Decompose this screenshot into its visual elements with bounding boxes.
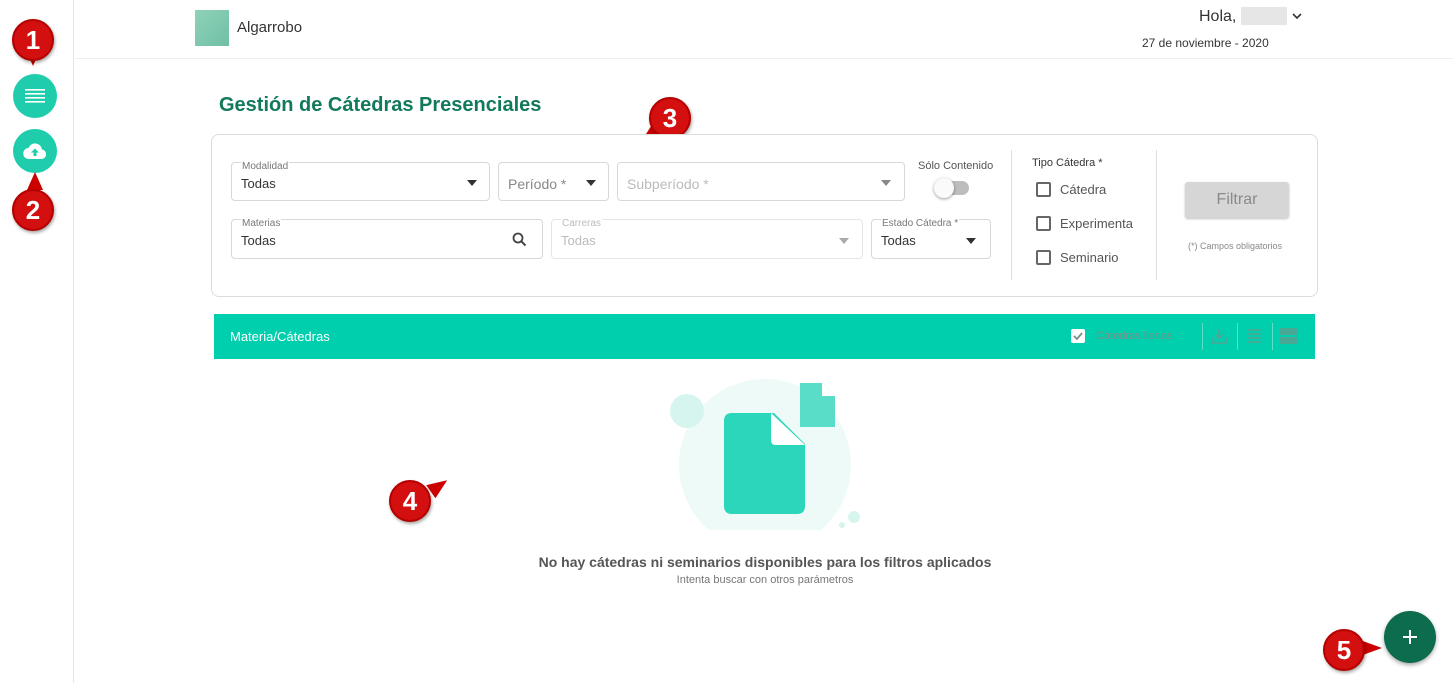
top-header: Algarrobo Hola, 27 de noviembre - 2020 bbox=[75, 0, 1453, 59]
callout-1: 1 bbox=[12, 19, 54, 61]
caret-down-icon bbox=[966, 238, 976, 244]
chevron-down-icon[interactable] bbox=[1292, 8, 1302, 23]
callout-4: 4 bbox=[389, 480, 431, 522]
option-label: Seminario bbox=[1060, 250, 1119, 265]
divider bbox=[1156, 150, 1157, 280]
tipo-catedra-option[interactable]: Cátedra bbox=[1036, 182, 1106, 197]
check-icon bbox=[1073, 332, 1083, 340]
carreras-select[interactable]: Carreras Todas bbox=[551, 218, 863, 259]
plus-icon bbox=[1403, 630, 1417, 644]
modalidad-label: Modalidad bbox=[241, 161, 290, 172]
cloud-upload-icon bbox=[23, 143, 47, 160]
subperiodo-select[interactable]: Subperíodo * bbox=[617, 162, 905, 201]
org-logo bbox=[195, 10, 229, 46]
caret-down-icon bbox=[881, 180, 891, 186]
checkbox[interactable] bbox=[1036, 250, 1051, 265]
menu-list-button[interactable] bbox=[13, 74, 57, 118]
modalidad-select[interactable]: Modalidad Todas bbox=[231, 161, 490, 201]
caret-down-icon bbox=[467, 180, 477, 186]
option-label: Cátedra bbox=[1060, 182, 1107, 197]
carreras-value: Todas bbox=[561, 233, 596, 248]
user-name-redacted bbox=[1241, 7, 1287, 25]
solo-contenido-label: Sólo Contenido bbox=[918, 160, 994, 172]
divider bbox=[1011, 150, 1012, 280]
catedras-llenas-label: Cátedras llenas bbox=[1096, 330, 1173, 342]
callout-2-tail bbox=[27, 172, 43, 190]
toggle-knob bbox=[934, 178, 954, 198]
list-icon bbox=[25, 89, 45, 103]
separator bbox=[1272, 323, 1273, 350]
tipo-seminario-option[interactable]: Seminario bbox=[1036, 250, 1119, 265]
results-bar-title: Materia/Cátedras bbox=[230, 329, 330, 344]
caret-down-icon bbox=[839, 238, 849, 244]
card-view-icon[interactable] bbox=[1279, 326, 1299, 346]
carreras-label: Carreras bbox=[561, 218, 602, 229]
estado-catedra-value: Todas bbox=[881, 233, 916, 248]
download-icon[interactable] bbox=[1209, 326, 1229, 346]
empty-document-illustration bbox=[670, 379, 860, 530]
search-icon[interactable] bbox=[512, 232, 527, 252]
checkbox[interactable] bbox=[1036, 182, 1051, 197]
materias-label: Materias bbox=[241, 218, 282, 229]
empty-state-message: No hay cátedras ni seminarios disponible… bbox=[538, 554, 992, 570]
option-label: Experimenta bbox=[1060, 216, 1133, 231]
filter-button[interactable]: Filtrar bbox=[1185, 182, 1289, 218]
estado-catedra-select[interactable]: Estado Cátedra * Todas bbox=[871, 218, 991, 259]
caret-down-icon bbox=[586, 180, 596, 186]
upload-button[interactable] bbox=[13, 129, 57, 173]
current-date: 27 de noviembre - 2020 bbox=[1142, 36, 1269, 50]
catedras-llenas-checkbox[interactable] bbox=[1071, 329, 1085, 343]
checkbox[interactable] bbox=[1036, 216, 1051, 231]
callout-2: 2 bbox=[12, 189, 54, 231]
page-title: Gestión de Cátedras Presenciales bbox=[219, 94, 542, 116]
subperiodo-placeholder: Subperíodo * bbox=[627, 176, 709, 192]
org-name: Algarrobo bbox=[237, 19, 303, 36]
estado-catedra-label: Estado Cátedra * bbox=[881, 218, 960, 229]
separator bbox=[1202, 323, 1203, 350]
list-view-icon[interactable] bbox=[1245, 326, 1265, 346]
user-greeting[interactable]: Hola, bbox=[1199, 8, 1236, 26]
callout-5: 5 bbox=[1323, 629, 1365, 671]
tipo-experimenta-option[interactable]: Experimenta bbox=[1036, 216, 1133, 231]
materias-search[interactable]: Materias Todas bbox=[231, 218, 543, 259]
periodo-placeholder: Período * bbox=[508, 176, 567, 192]
materias-value: Todas bbox=[241, 233, 276, 248]
required-fields-note: (*) Campos obligatorios bbox=[1188, 241, 1283, 251]
results-header-bar: Materia/Cátedras Cátedras llenas bbox=[214, 314, 1315, 359]
modalidad-value: Todas bbox=[241, 176, 276, 191]
solo-contenido-toggle[interactable] bbox=[934, 178, 969, 198]
filter-panel bbox=[211, 134, 1318, 297]
add-catedra-button[interactable] bbox=[1384, 611, 1436, 663]
separator bbox=[1237, 323, 1238, 350]
callout-3: 3 bbox=[649, 97, 691, 139]
empty-state-hint: Intenta buscar con otros parámetros bbox=[676, 574, 854, 586]
periodo-select[interactable]: Período * bbox=[498, 162, 609, 201]
tipo-catedra-title: Tipo Cátedra * bbox=[1032, 157, 1103, 169]
